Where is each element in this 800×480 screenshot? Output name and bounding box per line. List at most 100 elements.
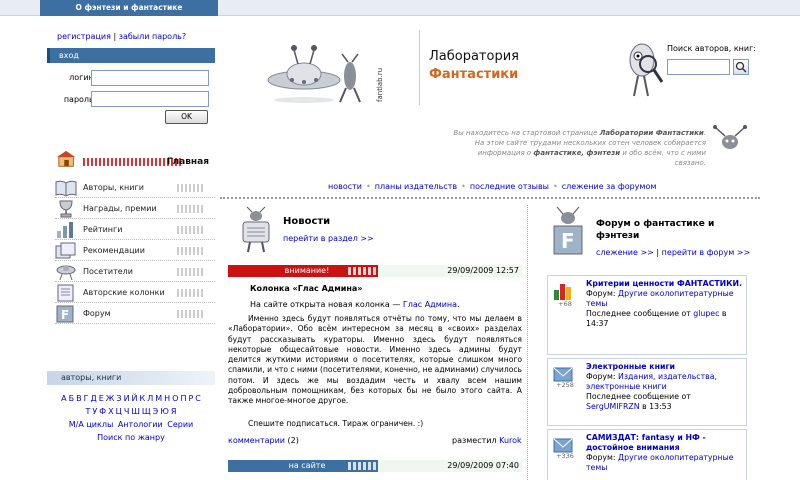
nav-item-label: Награды, премии	[83, 204, 157, 213]
forum-goto-link[interactable]: перейти в форум >>	[662, 248, 751, 257]
alphabet-letter[interactable]: Х	[108, 407, 113, 416]
post-badge: внимание!	[284, 266, 330, 275]
alphabet-letter[interactable]: Щ	[142, 407, 151, 416]
post-tail: Спешите подписаться. Тираж ограничен. :)	[248, 419, 424, 428]
login-ok-button[interactable]: OK	[165, 110, 208, 124]
comments-link[interactable]: комментарии	[228, 436, 285, 445]
password-input[interactable]	[91, 91, 209, 107]
alphabet-letter[interactable]: Е	[99, 394, 104, 403]
alphabet-letter[interactable]: Л	[147, 394, 153, 403]
nav-item-ratings[interactable]: Рейтинги	[55, 220, 215, 240]
nav-decor	[177, 247, 205, 255]
topic-title[interactable]: САМИЗДАТ: fantasy и НФ - достойное внима…	[586, 433, 744, 453]
alphabet-letter[interactable]: Ю	[160, 407, 169, 416]
alphabet-letter[interactable]: А	[61, 394, 66, 403]
nav-item-recommendations[interactable]: Рекомендации	[55, 241, 215, 261]
alphabet-letter[interactable]: Ш	[131, 407, 140, 416]
alphabet-letter[interactable]: Ж	[106, 394, 115, 403]
menu-news[interactable]: новости	[328, 182, 362, 191]
topic-forum-label: Форум:	[586, 289, 619, 298]
alphabet-letter[interactable]: Ч	[124, 407, 129, 416]
post-header-bar: внимание! 29/09/2009 12:57	[228, 265, 522, 277]
nav-item-authors[interactable]: Авторы, книги	[55, 178, 215, 198]
topic-title[interactable]: Критерии ценности ФАНТАСТИКИ.	[586, 279, 744, 289]
nav-item-columns[interactable]: Авторские колонки	[55, 283, 215, 303]
alphabet-letter[interactable]: М	[155, 394, 162, 403]
forum-topic[interactable]: +258 Электронные книги Форум: Издания, и…	[547, 358, 747, 426]
registration-links: регистрация | забыли пароль?	[57, 32, 186, 41]
nav-item-visitors[interactable]: Посетители	[55, 262, 215, 282]
menu-reviews[interactable]: последние отзывы	[470, 182, 549, 191]
alphabet-letter[interactable]: Д	[90, 394, 96, 403]
cycles-link[interactable]: М/А циклы	[69, 420, 114, 429]
book-icon	[55, 180, 77, 197]
nav-decor	[177, 289, 205, 297]
svg-text:F: F	[61, 308, 69, 322]
forum-title: Форум о фантастике и фэнтези	[596, 219, 715, 241]
topic-last-user[interactable]: SergUMIFRZN	[586, 402, 640, 411]
alphabet-row: АБВГДЕЖЗИЙКЛМНОПРС	[47, 392, 215, 405]
alphabet-letter[interactable]: Ф	[99, 407, 106, 416]
alphabet-letter[interactable]: У	[92, 407, 97, 416]
header-divider	[419, 30, 420, 105]
top-tab[interactable]: О фэнтези и фантастике	[40, 0, 218, 16]
alphabet-letter[interactable]: Г	[84, 394, 89, 403]
topic-title[interactable]: Электронные книги	[586, 362, 744, 372]
alphabet-letter[interactable]: Р	[188, 394, 193, 403]
column-divider	[527, 205, 528, 480]
genre-search-link[interactable]: Поиск по жанру	[97, 433, 165, 442]
menu-plans[interactable]: планы издательств	[375, 182, 457, 191]
anthologies-link[interactable]: Антологии	[118, 420, 163, 429]
topic-forum-label: Форум:	[586, 372, 619, 381]
search-input[interactable]	[667, 59, 730, 75]
nav-home[interactable]: Главная	[55, 150, 215, 170]
topic-last-user[interactable]: glupec	[693, 309, 719, 318]
welcome-part: Вы находитесь на стартовой странице	[453, 129, 600, 137]
post-lead-end: .	[457, 300, 460, 309]
nav-item-awards[interactable]: Награды, премии	[55, 199, 215, 219]
nav-item-forum[interactable]: F Форум	[55, 304, 215, 324]
trophy-icon	[59, 200, 73, 218]
forum-links: слежение >> | перейти в форум >>	[596, 248, 750, 257]
forum-topic[interactable]: +68 Критерии ценности ФАНТАСТИКИ. Форум:…	[547, 275, 747, 355]
forum-tracking-link[interactable]: слежение >>	[596, 248, 654, 257]
topic-last: Последнее сообщение от glupec в 14:37	[586, 309, 744, 329]
login-input[interactable]	[91, 70, 209, 86]
nav-decor	[177, 184, 205, 192]
topic-chart-icon	[554, 284, 571, 300]
alphabet-letter[interactable]: Ц	[116, 407, 122, 416]
search-icon	[735, 61, 747, 73]
site-logo[interactable]: fantlab.ru	[262, 30, 392, 110]
menu-bullet: •	[461, 182, 466, 191]
alphabet-letter[interactable]: Э	[153, 407, 159, 416]
alphabet-letter[interactable]: В	[76, 394, 82, 403]
register-link[interactable]: регистрация	[57, 32, 111, 41]
topic-text: Критерии ценности ФАНТАСТИКИ. Форум: Дру…	[586, 279, 744, 329]
alphabet-letter[interactable]: С	[195, 394, 201, 403]
alphabet-letter[interactable]: Б	[69, 394, 75, 403]
alphabet-letter[interactable]: З	[116, 394, 121, 403]
authors-section-title: авторы, книги	[47, 371, 215, 385]
post-title: Колонка «Глас Админа»	[250, 284, 363, 293]
alphabet-letter[interactable]: Т	[86, 407, 91, 416]
alphabet-letter[interactable]: Я	[171, 407, 177, 416]
alphabet-letter[interactable]: И	[124, 394, 130, 403]
alphabet-letter[interactable]: П	[180, 394, 186, 403]
post-header-bar: на сайте 29/09/2009 07:40	[228, 460, 522, 472]
welcome-text: Вы находитесь на стартовой странице Лабо…	[450, 128, 706, 168]
bar-decor	[348, 462, 378, 470]
column-link[interactable]: Глас Админа	[403, 300, 457, 309]
nav-decor	[177, 310, 205, 318]
alphabet-letter[interactable]: О	[172, 394, 178, 403]
alphabet-letter[interactable]: К	[140, 394, 146, 403]
nav-decor	[177, 268, 205, 276]
alphabet-letter[interactable]: Й	[132, 394, 138, 403]
series-link[interactable]: Серии	[167, 420, 193, 429]
author-link[interactable]: Kurok	[499, 436, 522, 445]
news-more-link[interactable]: перейти в раздел >>	[283, 234, 374, 243]
menu-forum-tracking[interactable]: слежение за форумом	[562, 182, 657, 191]
alphabet-letter[interactable]: Н	[164, 394, 170, 403]
forum-topic[interactable]: +336 САМИЗДАТ: fantasy и НФ - достойное …	[547, 429, 747, 480]
forgot-password-link[interactable]: забыли пароль?	[119, 32, 186, 41]
search-button[interactable]	[733, 59, 749, 75]
